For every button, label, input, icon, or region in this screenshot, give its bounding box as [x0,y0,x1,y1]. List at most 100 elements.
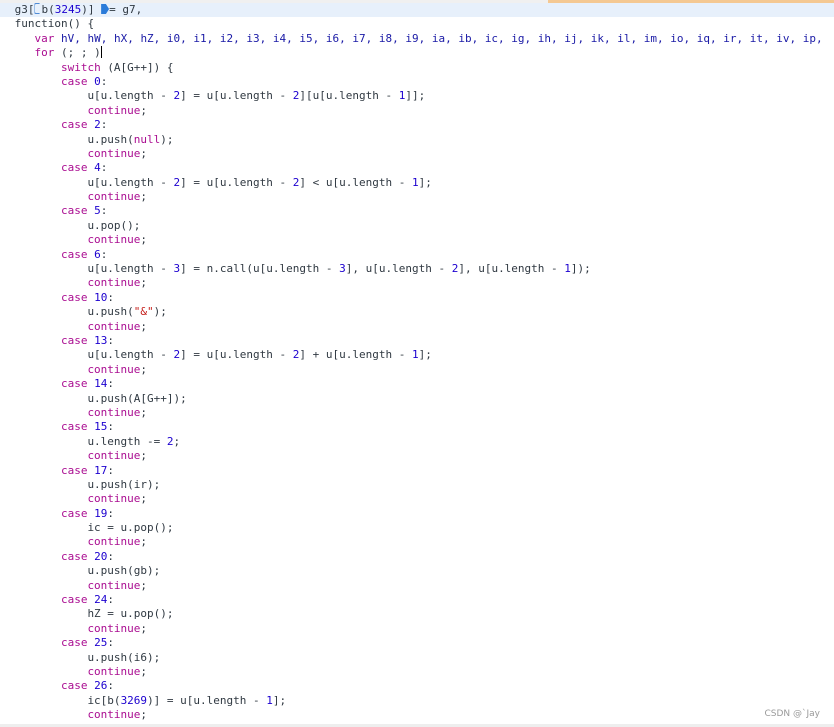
code-line[interactable]: u.length -= 2; [0,435,834,449]
code-token: u.push(gb); [87,564,161,578]
code-line[interactable]: u[u.length - 2] = u[u.length - 2] < u[u.… [0,176,834,190]
code-line[interactable]: case 24: [0,593,834,607]
code-line[interactable]: continue; [0,665,834,679]
code-line[interactable]: continue; [0,233,834,247]
code-line[interactable]: g3[b(3245)] = g7, [0,3,834,18]
code-token: ; [140,276,148,290]
code-line[interactable]: case 10: [0,291,834,305]
code-token: u.length -= [87,434,167,448]
code-line[interactable]: u[u.length - 2] = u[u.length - 2][u[u.le… [0,89,834,103]
code-token: ; [140,449,148,463]
code-token: : [107,636,114,650]
code-token: ); [153,305,167,319]
code-line[interactable]: case 6: [0,248,834,262]
code-line[interactable]: ic = u.pop(); [0,521,834,535]
code-line[interactable]: continue; [0,104,834,118]
code-token: 1 [266,693,273,707]
code-line[interactable]: continue; [0,190,834,204]
code-line[interactable]: continue; [0,535,834,549]
code-line[interactable]: continue; [0,449,834,463]
code-line[interactable]: case 17: [0,464,834,478]
code-line[interactable]: case 5: [0,204,834,218]
code-token: : [107,377,114,391]
code-line[interactable]: case 19: [0,507,834,521]
code-token: ] < u[u.length - [299,175,412,189]
code-line[interactable]: case 4: [0,161,834,175]
code-token: ; [140,190,148,204]
code-token: case [60,420,95,434]
code-line[interactable]: case 26: [0,679,834,693]
code-token: 10 [94,290,108,304]
code-token: case [60,333,95,347]
code-line[interactable]: continue; [0,363,834,377]
code-line[interactable]: u.push(i6); [0,651,834,665]
code-token: 0 [94,74,101,88]
code-token: (; ; ) [60,46,101,60]
code-line[interactable]: u.push(null); [0,133,834,147]
code-line[interactable]: continue; [0,320,834,334]
code-token: 3269 [120,693,148,707]
code-line[interactable]: u.push(ir); [0,478,834,492]
code-token: continue [87,621,141,635]
code-line[interactable]: continue; [0,492,834,506]
code-line[interactable]: case 14: [0,377,834,391]
code-token: u[u.length - [87,175,174,189]
code-line[interactable]: case 13: [0,334,834,348]
code-token: ic[b( [87,693,121,707]
code-line[interactable]: u.push(gb); [0,564,834,578]
code-token: u.push( [87,132,134,146]
code-token: ; [140,405,148,419]
code-token: ]; [418,175,432,189]
code-line[interactable]: continue; [0,708,834,722]
code-line[interactable]: u[u.length - 2] = u[u.length - 2] + u[u.… [0,348,834,362]
code-token: u.push( [87,305,134,319]
code-line[interactable]: for (; ; ) [0,46,834,60]
code-token: = g7, [109,3,143,16]
code-line[interactable]: function() { [0,17,834,31]
code-token: )] = u[u.length - [147,693,267,707]
code-token: continue [87,362,141,376]
code-token: ; [140,621,148,635]
code-line[interactable]: continue; [0,622,834,636]
code-line[interactable]: u[u.length - 3] = n.call(u[u.length - 3]… [0,262,834,276]
code-line[interactable]: continue; [0,147,834,161]
code-line[interactable]: ic[b(3269)] = u[u.length - 1]; [0,694,834,708]
code-token: case [60,290,95,304]
source-code-editor[interactable]: g3[b(3245)] = g7, function() {var hV, hW,… [0,3,834,723]
code-line[interactable]: continue; [0,579,834,593]
code-line[interactable]: case 0: [0,75,834,89]
code-token: : [107,463,114,477]
code-token: case [60,74,95,88]
code-token: case [60,636,95,650]
code-line[interactable]: var hV, hW, hX, hZ, i0, i1, i2, i3, i4, … [0,32,834,46]
code-token: ]; [418,348,432,362]
code-token: case [60,161,95,175]
code-token: 3 [339,262,346,276]
code-line[interactable]: case 20: [0,550,834,564]
code-token: continue [87,492,141,506]
code-token: ; [140,708,148,722]
code-line[interactable]: case 2: [0,118,834,132]
code-token: continue [87,233,141,247]
code-line[interactable]: hZ = u.pop(); [0,607,834,621]
code-line[interactable]: u.pop(); [0,219,834,233]
code-line[interactable]: case 25: [0,636,834,650]
code-token: ; [140,233,148,247]
code-token: u.push(ir); [87,477,161,491]
code-line[interactable]: case 15: [0,420,834,434]
code-line[interactable]: switch (A[G++]) { [0,61,834,75]
code-token: ic = u.pop(); [87,521,174,535]
code-token: ] = n.call(u[u.length - [180,262,340,276]
code-line[interactable]: continue; [0,276,834,290]
code-token: case [60,679,95,693]
code-line[interactable]: continue; [0,406,834,420]
breakpoint-filled-icon[interactable] [101,4,110,14]
code-token: continue [87,449,141,463]
code-token: 26 [94,679,108,693]
code-line[interactable]: u.push("&"); [0,305,834,319]
code-line[interactable]: u.push(A[G++]); [0,392,834,406]
code-token: continue [87,190,141,204]
code-token: 17 [94,463,108,477]
code-token: ; [173,434,181,448]
code-token: for [34,46,61,60]
